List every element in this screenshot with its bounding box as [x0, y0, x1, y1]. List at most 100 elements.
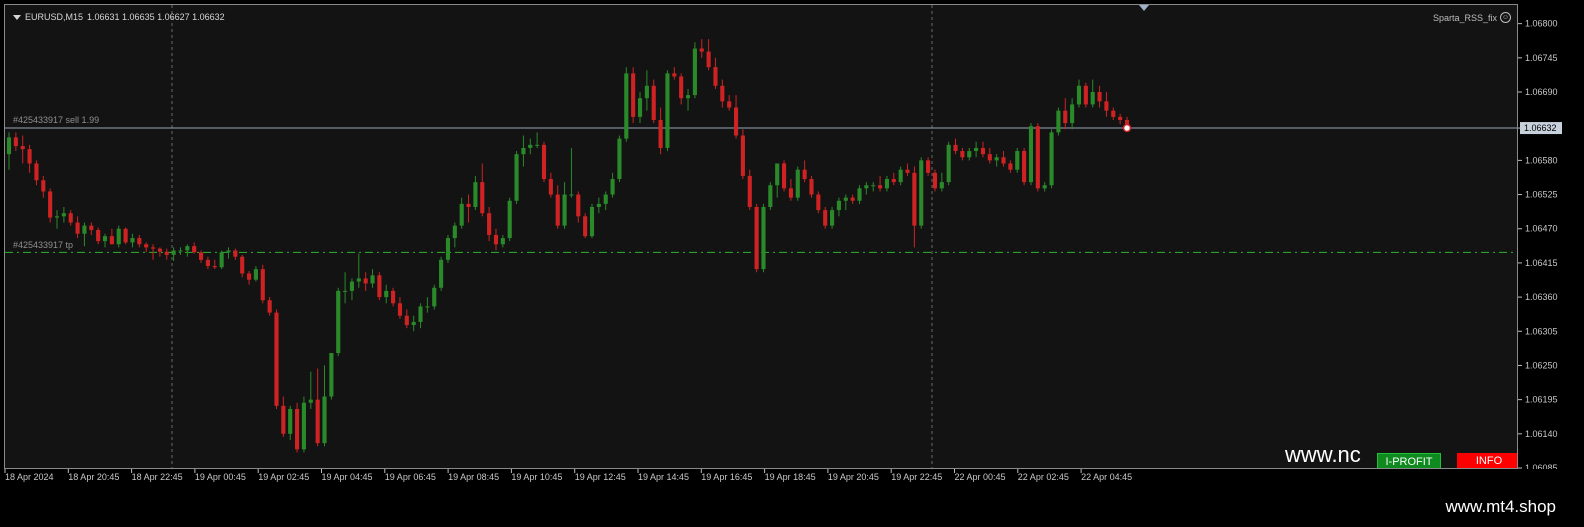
candle-body: [411, 321, 416, 326]
candle: [363, 272, 368, 291]
time-tick-label: 19 Apr 10:45: [511, 472, 562, 482]
candle: [898, 166, 903, 186]
candle-body: [1111, 110, 1116, 117]
candle-body: [974, 147, 979, 152]
candle: [576, 191, 581, 223]
smiley-icon: ☺: [1500, 12, 1511, 23]
i-profit-button[interactable]: I-PROFIT: [1377, 453, 1441, 468]
candle: [747, 169, 752, 211]
candle: [260, 264, 265, 304]
candle: [569, 147, 574, 198]
candle-body: [541, 144, 547, 180]
candle: [864, 182, 869, 195]
price-tick-label: 1.06470: [1525, 224, 1558, 234]
price-tick-label: 1.06580: [1525, 155, 1558, 165]
candle: [802, 160, 807, 183]
candle-body: [775, 163, 780, 186]
chart-shift-marker[interactable]: [1139, 5, 1149, 11]
candle-body: [82, 225, 87, 234]
candle: [116, 225, 121, 248]
candle: [1015, 147, 1020, 173]
chart-menu-icon[interactable]: [13, 14, 21, 20]
candle-body: [830, 210, 835, 226]
candle: [109, 228, 114, 245]
candle-body: [781, 163, 787, 189]
candle: [589, 203, 595, 239]
candle: [967, 147, 972, 161]
candle: [1001, 151, 1006, 167]
candle-body: [1097, 92, 1102, 102]
price-tick-label: 1.06360: [1525, 292, 1558, 302]
symbol-label: EURUSD,M15: [25, 12, 84, 22]
candle-body: [926, 160, 931, 173]
candle: [1097, 85, 1102, 108]
time-tick-label: 18 Apr 2024: [5, 472, 54, 482]
candle: [1042, 182, 1047, 192]
candle: [665, 70, 670, 152]
plot-area[interactable]: EURUSD,M15 1.06631 1.06635 1.06627 1.066…: [4, 4, 1518, 469]
candle: [720, 79, 725, 108]
candle: [699, 39, 704, 58]
candle-body: [953, 144, 958, 152]
candle: [404, 309, 409, 329]
candle-body: [795, 169, 800, 198]
chart-window[interactable]: EURUSD,M15 1.06631 1.06635 1.06627 1.066…: [0, 0, 1584, 492]
candle-body: [89, 225, 94, 230]
candle: [891, 172, 896, 186]
candle-body: [788, 188, 793, 198]
candle-body: [631, 73, 636, 117]
candle: [253, 266, 258, 282]
candle-body: [267, 300, 272, 313]
candle: [781, 160, 787, 192]
candlestick-chart: [5, 5, 1517, 468]
candle: [761, 203, 766, 273]
candle: [987, 147, 992, 164]
candle-body: [1063, 110, 1068, 124]
candle-body: [651, 85, 656, 120]
time-tick-label: 19 Apr 16:45: [701, 472, 752, 482]
candle-body: [205, 259, 210, 267]
candle-body: [932, 172, 938, 189]
candle-body: [308, 399, 313, 403]
candle: [198, 250, 204, 263]
candle-body: [740, 135, 745, 176]
time-tick-label: 19 Apr 06:45: [385, 472, 436, 482]
candle-body: [432, 287, 437, 307]
candle-body: [891, 179, 896, 183]
price-tick-label: 1.06085: [1525, 463, 1558, 469]
candle-body: [850, 197, 855, 201]
candle-body: [1049, 132, 1054, 186]
footer-url[interactable]: www.mt4.shop: [1445, 497, 1556, 517]
candle: [487, 206, 492, 242]
time-tick-label: 19 Apr 02:45: [258, 472, 309, 482]
candle-body: [116, 228, 121, 245]
candle: [617, 135, 622, 183]
candle: [809, 175, 814, 198]
candle: [953, 138, 958, 155]
candle: [432, 284, 437, 310]
candle: [370, 269, 375, 288]
candle: [535, 132, 540, 148]
info-button[interactable]: INFO: [1457, 453, 1517, 468]
candle: [1090, 79, 1095, 108]
candle: [308, 371, 313, 409]
candle: [768, 182, 773, 211]
candle: [1063, 98, 1068, 130]
candle: [247, 270, 252, 285]
candle-body: [68, 213, 73, 223]
candle: [878, 175, 883, 192]
candle-body: [610, 179, 615, 195]
candle: [1083, 82, 1088, 108]
candle-body: [1104, 101, 1109, 111]
candle: [349, 278, 355, 301]
candle-body: [1001, 157, 1006, 164]
candle-body: [301, 402, 306, 450]
candle: [377, 272, 382, 301]
candle: [102, 233, 108, 248]
candle: [418, 303, 423, 329]
candle-body: [260, 269, 265, 301]
candle-body: [480, 182, 485, 214]
candle-body: [164, 251, 169, 255]
price-tick-label: 1.06415: [1525, 258, 1558, 268]
candle: [391, 287, 396, 307]
